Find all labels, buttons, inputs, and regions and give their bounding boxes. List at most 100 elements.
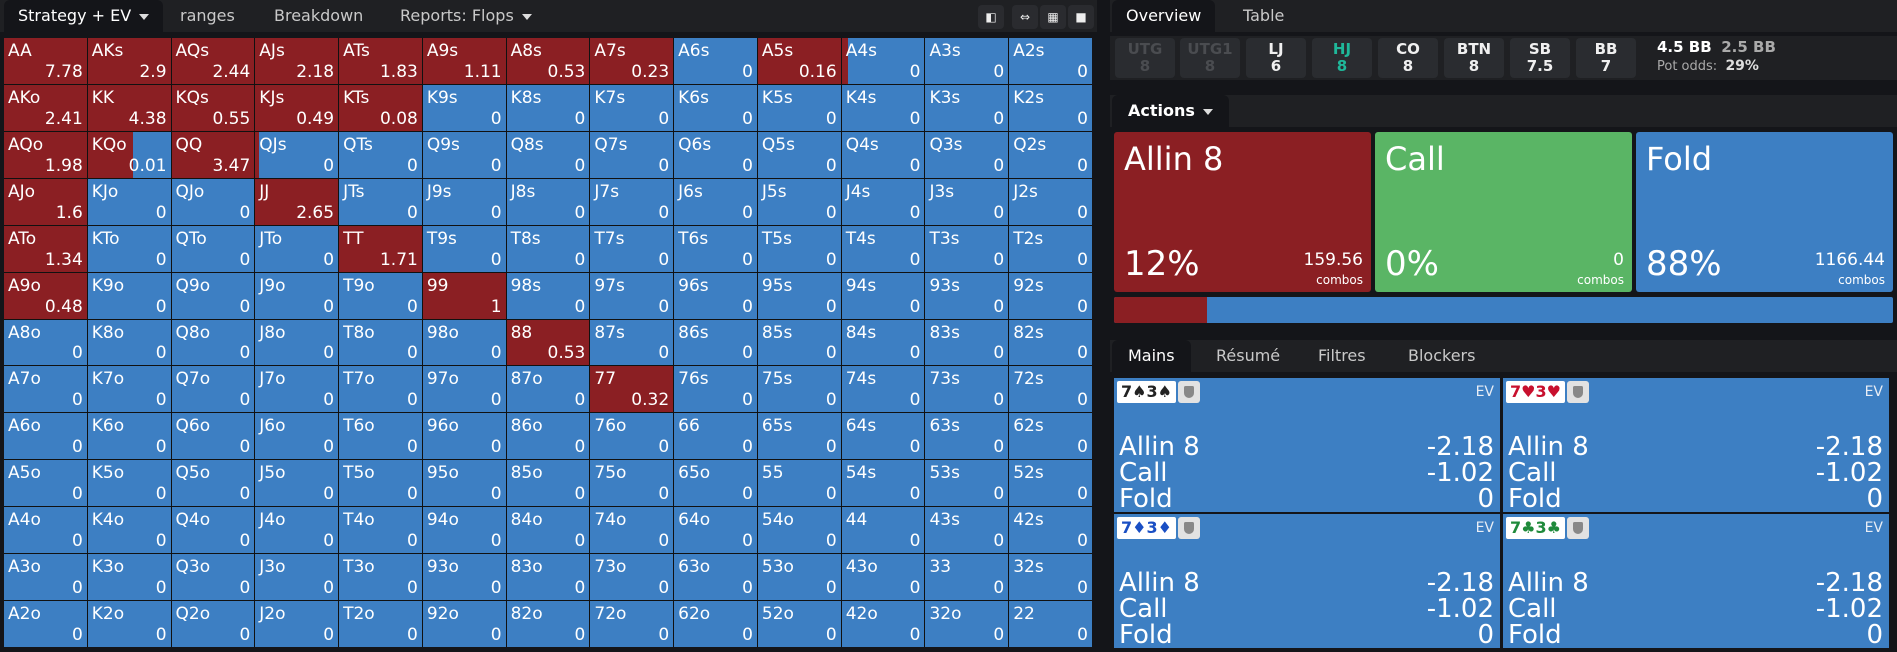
range-cell[interactable]: 94s 0 — [841, 272, 925, 319]
range-cell[interactable]: A2o 0 — [4, 601, 87, 647]
range-cell[interactable]: AJo 1.6 — [4, 178, 87, 225]
position-utg1[interactable]: UTG1 8 — [1180, 38, 1240, 78]
range-cell[interactable]: 76s 0 — [674, 366, 757, 413]
range-cell[interactable]: KTo 0 — [87, 225, 171, 272]
range-cell[interactable]: 82s 0 — [1009, 319, 1092, 366]
contrast-icon[interactable]: ◧ — [978, 5, 1004, 29]
range-cell[interactable]: Q2s 0 — [1009, 131, 1092, 178]
range-cell[interactable]: T6o 0 — [339, 413, 422, 460]
range-cell[interactable]: A6o 0 — [4, 413, 87, 460]
range-cell[interactable]: A9o 0.48 — [4, 272, 87, 319]
hand-combo[interactable]: 7♠3♠ EV Allin 8 -2.18 Call -1.02 Fold 0 — [1114, 378, 1500, 512]
range-cell[interactable]: A7o 0 — [4, 366, 87, 413]
tab-reports[interactable]: Reports: Flops — [400, 0, 532, 32]
range-cell[interactable]: K3o 0 — [87, 554, 171, 601]
range-cell[interactable]: J4o 0 — [255, 507, 339, 554]
range-cell[interactable]: Q8s 0 — [506, 131, 590, 178]
range-cell[interactable]: 92s 0 — [1009, 272, 1092, 319]
square-icon[interactable]: ■ — [1068, 5, 1094, 29]
range-cell[interactable]: KQs 0.55 — [171, 84, 255, 131]
range-cell[interactable]: K5s 0 — [757, 84, 841, 131]
range-cell[interactable]: A8s 0.53 — [506, 38, 590, 84]
range-cell[interactable]: T2s 0 — [1009, 225, 1092, 272]
range-cell[interactable]: 93s 0 — [925, 272, 1009, 319]
tab-ranges[interactable]: ranges — [180, 0, 235, 32]
range-cell[interactable]: K5o 0 — [87, 460, 171, 507]
range-cell[interactable]: Q2o 0 — [171, 601, 255, 647]
range-cell[interactable]: 66 0 — [674, 413, 757, 460]
range-cell[interactable]: 87s 0 — [590, 319, 674, 366]
range-cell[interactable]: J8o 0 — [255, 319, 339, 366]
range-cell[interactable]: 87o 0 — [506, 366, 590, 413]
range-cell[interactable]: 43s 0 — [925, 507, 1009, 554]
range-cell[interactable]: 73o 0 — [590, 554, 674, 601]
range-cell[interactable]: J5s 0 — [757, 178, 841, 225]
tab-overview[interactable]: Overview — [1112, 0, 1216, 32]
range-cell[interactable]: 32s 0 — [1009, 554, 1092, 601]
range-cell[interactable]: Q9s 0 — [422, 131, 506, 178]
range-cell[interactable]: 84o 0 — [506, 507, 590, 554]
range-cell[interactable]: 65s 0 — [757, 413, 841, 460]
range-cell[interactable]: 86s 0 — [674, 319, 757, 366]
range-cell[interactable]: 95s 0 — [757, 272, 841, 319]
range-cell[interactable]: K3s 0 — [925, 84, 1009, 131]
range-cell[interactable]: 94o 0 — [422, 507, 506, 554]
range-cell[interactable]: 97o 0 — [422, 366, 506, 413]
range-cell[interactable]: A2s 0 — [1009, 38, 1092, 84]
range-cell[interactable]: 72o 0 — [590, 601, 674, 647]
range-cell[interactable]: Q8o 0 — [171, 319, 255, 366]
range-cell[interactable]: JTo 0 — [255, 225, 339, 272]
grid-icon[interactable]: ▦ — [1040, 5, 1066, 29]
range-cell[interactable]: 42s 0 — [1009, 507, 1092, 554]
range-cell[interactable]: 63s 0 — [925, 413, 1009, 460]
range-cell[interactable]: A3s 0 — [925, 38, 1009, 84]
range-cell[interactable]: Q6o 0 — [171, 413, 255, 460]
tab-blockers[interactable]: Blockers — [1408, 340, 1475, 372]
range-cell[interactable]: 97s 0 — [590, 272, 674, 319]
range-cell[interactable]: 74o 0 — [590, 507, 674, 554]
range-cell[interactable]: 75s 0 — [757, 366, 841, 413]
range-cell[interactable]: 53o 0 — [757, 554, 841, 601]
range-cell[interactable]: 54s 0 — [841, 460, 925, 507]
range-cell[interactable]: QQ 3.47 — [171, 131, 255, 178]
range-cell[interactable]: 74s 0 — [841, 366, 925, 413]
range-cell[interactable]: 32o 0 — [925, 601, 1009, 647]
range-cell[interactable]: T9s 0 — [422, 225, 506, 272]
range-cell[interactable]: 82o 0 — [506, 601, 590, 647]
range-cell[interactable]: JTs 0 — [339, 178, 422, 225]
position-btn[interactable]: BTN 8 — [1444, 38, 1504, 78]
shield-icon[interactable] — [1567, 381, 1589, 403]
range-cell[interactable]: 83s 0 — [925, 319, 1009, 366]
shield-icon[interactable] — [1178, 381, 1200, 403]
action-card-allin[interactable]: Allin 8 12% 159.56 combos — [1114, 132, 1371, 292]
range-cell[interactable]: T3o 0 — [339, 554, 422, 601]
range-cell[interactable]: T4s 0 — [841, 225, 925, 272]
range-cell[interactable]: 92o 0 — [422, 601, 506, 647]
range-cell[interactable]: 54o 0 — [757, 507, 841, 554]
range-cell[interactable]: J7o 0 — [255, 366, 339, 413]
range-cell[interactable]: A6s 0 — [674, 38, 757, 84]
range-cell[interactable]: Q4s 0 — [841, 131, 925, 178]
range-cell[interactable]: 64o 0 — [674, 507, 757, 554]
range-cell[interactable]: T5o 0 — [339, 460, 422, 507]
range-cell[interactable]: A4s 0 — [841, 38, 925, 84]
range-cell[interactable]: A3o 0 — [4, 554, 87, 601]
range-cell[interactable]: T2o 0 — [339, 601, 422, 647]
range-cell[interactable]: 98o 0 — [422, 319, 506, 366]
range-cell[interactable]: T6s 0 — [674, 225, 757, 272]
range-cell[interactable]: 73s 0 — [925, 366, 1009, 413]
range-cell[interactable]: QTo 0 — [171, 225, 255, 272]
compress-icon[interactable]: ⇔ — [1012, 5, 1038, 29]
range-cell[interactable]: KTs 0.08 — [339, 84, 422, 131]
range-cell[interactable]: ATs 1.83 — [339, 38, 422, 84]
range-cell[interactable]: Q7s 0 — [590, 131, 674, 178]
range-cell[interactable]: Q6s 0 — [674, 131, 757, 178]
range-cell[interactable]: A7s 0.23 — [590, 38, 674, 84]
shield-icon[interactable] — [1178, 517, 1200, 539]
range-cell[interactable]: T4o 0 — [339, 507, 422, 554]
range-cell[interactable]: A9s 1.11 — [422, 38, 506, 84]
range-cell[interactable]: T3s 0 — [925, 225, 1009, 272]
range-cell[interactable]: Q9o 0 — [171, 272, 255, 319]
range-cell[interactable]: J3o 0 — [255, 554, 339, 601]
range-cell[interactable]: KJo 0 — [87, 178, 171, 225]
